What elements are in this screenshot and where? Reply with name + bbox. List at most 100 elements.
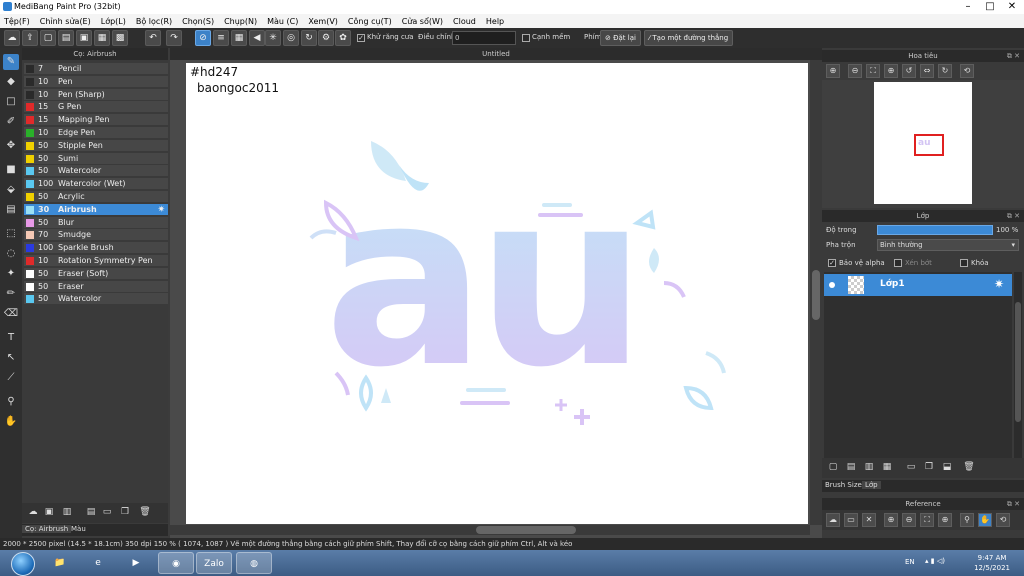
- menu-filter[interactable]: Bộ lọc(R): [136, 17, 172, 26]
- clock[interactable]: 9:47 AM 12/5/2021: [974, 553, 1010, 573]
- reference-rotate-icon[interactable]: ⟲: [996, 513, 1010, 527]
- settings-icon[interactable]: ✿: [335, 30, 351, 46]
- brush-item[interactable]: 50 Sumi: [24, 152, 168, 165]
- drawing-canvas[interactable]: #hd247 baongoc2011 au: [186, 63, 808, 524]
- reference-fit-icon[interactable]: ⛶: [920, 513, 934, 527]
- curve-snap-icon[interactable]: ↻: [301, 30, 317, 46]
- adjust-input[interactable]: 0: [452, 31, 516, 45]
- no-snap-icon[interactable]: ⊘: [195, 30, 211, 46]
- close-reference-icon[interactable]: ✕: [862, 513, 876, 527]
- dot-tool-icon[interactable]: □: [3, 94, 19, 110]
- delete-layer-icon[interactable]: 🗑: [962, 460, 976, 474]
- open-reference-icon[interactable]: ▭: [844, 513, 858, 527]
- reference-eyedropper-icon[interactable]: ⚲: [960, 513, 974, 527]
- minimize-button[interactable]: –: [957, 0, 979, 14]
- reset-view-icon[interactable]: ⟲: [960, 64, 974, 78]
- menu-help[interactable]: Help: [486, 17, 504, 26]
- tray-arrow-icon[interactable]: ▴ ▮ ◁): [925, 557, 945, 565]
- lock-checkbox[interactable]: [960, 259, 968, 267]
- media-player-icon[interactable]: ▶: [118, 552, 154, 574]
- layer-row[interactable]: Lớp1 ✷: [824, 274, 1012, 296]
- cloud-brush-icon[interactable]: ☁: [26, 505, 40, 519]
- brush-item[interactable]: 7 Pencil: [24, 63, 168, 75]
- rotate-icon[interactable]: ⚙: [318, 30, 334, 46]
- copy-brush-icon[interactable]: ▤: [84, 505, 98, 519]
- start-button[interactable]: [2, 551, 40, 576]
- move-tool-icon[interactable]: ✥: [3, 138, 19, 154]
- brush-item[interactable]: 50 Eraser (Soft): [24, 267, 168, 280]
- lasso-tool-icon[interactable]: ◌: [3, 246, 19, 262]
- import-brush-icon[interactable]: ▣: [42, 505, 56, 519]
- hand-tool-icon[interactable]: ✋: [3, 414, 19, 430]
- canvas-tab[interactable]: Untitled: [170, 48, 822, 60]
- menu-window[interactable]: Cửa sổ(W): [402, 17, 443, 26]
- add-brush-icon[interactable]: ▥: [60, 505, 74, 519]
- folder-icon[interactable]: ▭: [100, 505, 114, 519]
- pen-tool-icon[interactable]: ✐: [3, 114, 19, 130]
- rotate-left-icon[interactable]: ↺: [902, 64, 916, 78]
- brush-item[interactable]: 100 Sparkle Brush: [24, 242, 168, 255]
- vanish-snap-icon[interactable]: ◀: [249, 30, 265, 46]
- menu-cloud[interactable]: Cloud: [453, 17, 476, 26]
- reset-button[interactable]: ⊘ Đặt lại: [600, 30, 641, 46]
- chrome-icon[interactable]: ◍: [236, 552, 272, 574]
- brush-item[interactable]: 50 Watercolor: [24, 293, 168, 306]
- menu-edit[interactable]: Chỉnh sửa(E): [40, 17, 91, 26]
- straight-line-button[interactable]: ⁄ Tạo một đường thẳng: [644, 30, 734, 46]
- opacity-slider[interactable]: [877, 225, 993, 235]
- fit-icon[interactable]: ⛶: [866, 64, 880, 78]
- duplicate-icon[interactable]: ❐: [118, 505, 132, 519]
- merge-layer-icon[interactable]: ⬓: [940, 460, 954, 474]
- grid-icon[interactable]: ▩: [112, 30, 128, 46]
- brush-item[interactable]: 50 Blur: [24, 216, 168, 229]
- antialias-checkbox[interactable]: ✓: [357, 34, 365, 42]
- cross-snap-icon[interactable]: ▦: [231, 30, 247, 46]
- select-eraser-icon[interactable]: ⌫: [3, 306, 19, 322]
- select-tool-icon[interactable]: ⬚: [3, 226, 19, 242]
- eyedropper-icon[interactable]: ⚲: [3, 394, 19, 410]
- layer-scrollbar[interactable]: [1014, 272, 1022, 458]
- protect-alpha-checkbox[interactable]: ✓: [828, 259, 836, 267]
- brush-item[interactable]: 70 Smudge: [24, 229, 168, 242]
- layer-scroll-thumb[interactable]: [1015, 302, 1021, 422]
- magic-wand-icon[interactable]: ✦: [3, 266, 19, 282]
- divide-tool-icon[interactable]: ⟋: [3, 370, 19, 386]
- menu-select[interactable]: Chọn(S): [182, 17, 214, 26]
- add-layer-menu-icon[interactable]: ▦: [880, 460, 894, 474]
- eraser-tool-icon[interactable]: ◆: [3, 74, 19, 90]
- export-icon[interactable]: ▦: [94, 30, 110, 46]
- layer-settings-icon[interactable]: ✷: [994, 277, 1004, 291]
- new-layer-icon[interactable]: ▢: [826, 460, 840, 474]
- close-button[interactable]: ✕: [1001, 0, 1023, 14]
- flip-icon[interactable]: ⇔: [920, 64, 934, 78]
- menu-layer[interactable]: Lớp(L): [101, 17, 126, 26]
- brush-item[interactable]: 15 Mapping Pen: [24, 114, 168, 127]
- vertical-scroll-thumb[interactable]: [812, 270, 820, 320]
- parallel-snap-icon[interactable]: ≡: [213, 30, 229, 46]
- soft-edge-checkbox[interactable]: [522, 34, 530, 42]
- bucket-tool-icon[interactable]: ⬙: [3, 182, 19, 198]
- tab-brush-size[interactable]: Brush Size: [822, 481, 865, 489]
- menu-color[interactable]: Màu (C): [267, 17, 298, 26]
- trash-icon[interactable]: 🗑: [138, 505, 152, 519]
- brush-item[interactable]: 50 Eraser: [24, 280, 168, 293]
- green-app-icon[interactable]: ◉: [158, 552, 194, 574]
- zoom-in-icon[interactable]: ⊕: [826, 64, 840, 78]
- canvas-vertical-scrollbar[interactable]: [810, 60, 822, 525]
- tab-brush[interactable]: Cọ: Airbrush: [22, 525, 72, 533]
- internet-explorer-icon[interactable]: e: [80, 552, 116, 574]
- gradient-tool-icon[interactable]: ▤: [3, 202, 19, 218]
- zalo-icon[interactable]: Zalo: [196, 552, 232, 574]
- menu-view[interactable]: Xem(V): [308, 17, 338, 26]
- open-file-icon[interactable]: ▤: [58, 30, 74, 46]
- undo-icon[interactable]: ↶: [145, 30, 161, 46]
- cloud-reference-icon[interactable]: ☁: [826, 513, 840, 527]
- horizontal-scroll-thumb[interactable]: [476, 526, 576, 534]
- panel-close-icon[interactable]: ⧉ ✕: [1007, 50, 1020, 62]
- circle-snap-icon[interactable]: ◎: [283, 30, 299, 46]
- text-tool-icon[interactable]: T: [3, 330, 19, 346]
- language-indicator[interactable]: EN: [905, 558, 915, 566]
- brush-item[interactable]: 10 Edge Pen: [24, 127, 168, 139]
- brush-tool-icon[interactable]: ✎: [3, 54, 19, 70]
- menu-tools[interactable]: Công cụ(T): [348, 17, 392, 26]
